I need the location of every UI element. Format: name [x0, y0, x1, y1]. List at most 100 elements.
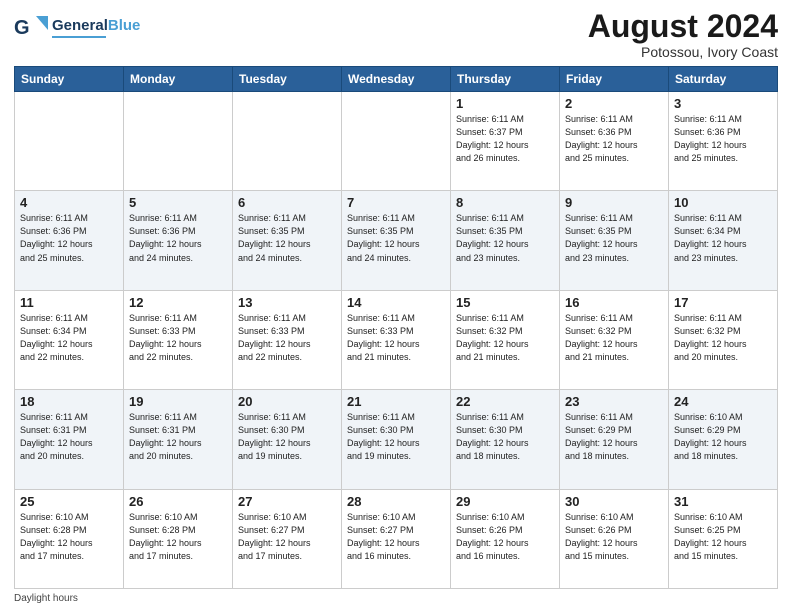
- footer: Daylight hours: [14, 593, 778, 604]
- day-number: 8: [456, 195, 554, 210]
- day-info: Sunrise: 6:11 AM Sunset: 6:33 PM Dayligh…: [347, 312, 445, 364]
- day-info: Sunrise: 6:11 AM Sunset: 6:32 PM Dayligh…: [565, 312, 663, 364]
- day-cell-6: 6 Sunrise: 6:11 AM Sunset: 6:35 PM Daylig…: [233, 191, 342, 290]
- day-info: Sunrise: 6:10 AM Sunset: 6:26 PM Dayligh…: [565, 511, 663, 563]
- day-number: 16: [565, 295, 663, 310]
- calendar-table: SundayMondayTuesdayWednesdayThursdayFrid…: [14, 66, 778, 589]
- day-info: Sunrise: 6:11 AM Sunset: 6:36 PM Dayligh…: [674, 113, 772, 165]
- day-number: 12: [129, 295, 227, 310]
- day-cell-5: 5 Sunrise: 6:11 AM Sunset: 6:36 PM Daylig…: [124, 191, 233, 290]
- day-cell-20: 20Sunrise: 6:11 AM Sunset: 6:30 PM Dayli…: [233, 390, 342, 489]
- day-cell-23: 23 Sunrise: 6:11 AM Sunset: 6:29 PM Dayli…: [560, 390, 669, 489]
- day-cell-19: 19Sunrise: 6:11 AM Sunset: 6:31 PM Dayli…: [124, 390, 233, 489]
- day-number: 15: [456, 295, 554, 310]
- day-cell-11: 11Sunrise: 6:11 AM Sunset: 6:34 PM Dayli…: [15, 290, 124, 389]
- day-info: Sunrise: 6:11 AM Sunset: 6:36 PM Dayligh…: [129, 212, 227, 264]
- day-number: 7: [347, 195, 445, 210]
- day-info: Sunrise: 6:10 AM Sunset: 6:26 PM Dayligh…: [456, 511, 554, 563]
- day-info: Sunrise: 6:10 AM Sunset: 6:27 PM Dayligh…: [347, 511, 445, 563]
- weekday-header-row: SundayMondayTuesdayWednesdayThursdayFrid…: [15, 67, 778, 92]
- empty-cell: [342, 92, 451, 191]
- day-cell-12: 12 Sunrise: 6:11 AM Sunset: 6:33 PM Dayli…: [124, 290, 233, 389]
- day-info: Sunrise: 6:10 AM Sunset: 6:29 PM Dayligh…: [674, 411, 772, 463]
- day-cell-10: 10Sunrise: 6:11 AM Sunset: 6:34 PM Dayli…: [669, 191, 778, 290]
- day-number: 30: [565, 494, 663, 509]
- day-cell-25: 25Sunrise: 6:10 AM Sunset: 6:28 PM Dayli…: [15, 489, 124, 588]
- week-row-5: 25 Sunrise: 6:10 AM Sunset: 6:28 PM Dayli…: [15, 489, 778, 588]
- empty-cell: [124, 92, 233, 191]
- day-info: Sunrise: 6:11 AM Sunset: 6:31 PM Dayligh…: [129, 411, 227, 463]
- day-number: 23: [565, 394, 663, 409]
- day-info: Sunrise: 6:11 AM Sunset: 6:35 PM Dayligh…: [565, 212, 663, 264]
- day-number: 28: [347, 494, 445, 509]
- day-number: 6: [238, 195, 336, 210]
- day-cell-24: 24 Sunrise: 6:10 AM Sunset: 6:29 PM Dayli…: [669, 390, 778, 489]
- day-info: Sunrise: 6:11 AM Sunset: 6:35 PM Dayligh…: [238, 212, 336, 264]
- day-cell-29: 29 Sunrise: 6:10 AM Sunset: 6:26 PM Dayli…: [451, 489, 560, 588]
- day-cell-31: 31 Sunrise: 6:10 AM Sunset: 6:25 PM Dayli…: [669, 489, 778, 588]
- weekday-friday: Friday: [560, 67, 669, 92]
- day-info: Sunrise: 6:11 AM Sunset: 6:34 PM Dayligh…: [674, 212, 772, 264]
- day-info: Sunrise: 6:11 AM Sunset: 6:33 PM Dayligh…: [238, 312, 336, 364]
- day-cell-15: 15 Sunrise: 6:11 AM Sunset: 6:32 PM Dayli…: [451, 290, 560, 389]
- week-row-4: 18 Sunrise: 6:11 AM Sunset: 6:31 PM Dayli…: [15, 390, 778, 489]
- day-info: Sunrise: 6:11 AM Sunset: 6:30 PM Dayligh…: [456, 411, 554, 463]
- day-cell-26: 26 Sunrise: 6:10 AM Sunset: 6:28 PM Dayli…: [124, 489, 233, 588]
- day-cell-4: 4 Sunrise: 6:11 AM Sunset: 6:36 PM Daylig…: [15, 191, 124, 290]
- day-number: 5: [129, 195, 227, 210]
- empty-cell: [233, 92, 342, 191]
- day-info: Sunrise: 6:11 AM Sunset: 6:36 PM Dayligh…: [565, 113, 663, 165]
- day-cell-17: 17 Sunrise: 6:11 AM Sunset: 6:32 PM Dayli…: [669, 290, 778, 389]
- day-number: 26: [129, 494, 227, 509]
- header: G GeneralBlue August 2024 Potossou, Ivor…: [14, 10, 778, 60]
- weekday-saturday: Saturday: [669, 67, 778, 92]
- day-info: Sunrise: 6:11 AM Sunset: 6:30 PM Dayligh…: [238, 411, 336, 463]
- daylight-label: Daylight hours: [14, 593, 78, 604]
- day-number: 4: [20, 195, 118, 210]
- day-number: 14: [347, 295, 445, 310]
- day-info: Sunrise: 6:11 AM Sunset: 6:32 PM Dayligh…: [456, 312, 554, 364]
- weekday-wednesday: Wednesday: [342, 67, 451, 92]
- day-info: Sunrise: 6:11 AM Sunset: 6:35 PM Dayligh…: [456, 212, 554, 264]
- day-cell-28: 28 Sunrise: 6:10 AM Sunset: 6:27 PM Dayli…: [342, 489, 451, 588]
- week-row-1: 1 Sunrise: 6:11 AM Sunset: 6:37 PM Daylig…: [15, 92, 778, 191]
- weekday-monday: Monday: [124, 67, 233, 92]
- weekday-thursday: Thursday: [451, 67, 560, 92]
- day-info: Sunrise: 6:11 AM Sunset: 6:37 PM Dayligh…: [456, 113, 554, 165]
- day-number: 11: [20, 295, 118, 310]
- day-number: 25: [20, 494, 118, 509]
- day-cell-2: 2Sunrise: 6:11 AM Sunset: 6:36 PM Daylig…: [560, 92, 669, 191]
- day-number: 29: [456, 494, 554, 509]
- day-cell-27: 27Sunrise: 6:10 AM Sunset: 6:27 PM Dayli…: [233, 489, 342, 588]
- weekday-tuesday: Tuesday: [233, 67, 342, 92]
- day-cell-14: 14 Sunrise: 6:11 AM Sunset: 6:33 PM Dayli…: [342, 290, 451, 389]
- day-cell-8: 8 Sunrise: 6:11 AM Sunset: 6:35 PM Daylig…: [451, 191, 560, 290]
- day-info: Sunrise: 6:11 AM Sunset: 6:36 PM Dayligh…: [20, 212, 118, 264]
- day-number: 21: [347, 394, 445, 409]
- day-info: Sunrise: 6:10 AM Sunset: 6:28 PM Dayligh…: [129, 511, 227, 563]
- weekday-sunday: Sunday: [15, 67, 124, 92]
- logo-icon: G: [14, 10, 50, 46]
- day-cell-22: 22Sunrise: 6:11 AM Sunset: 6:30 PM Dayli…: [451, 390, 560, 489]
- day-info: Sunrise: 6:10 AM Sunset: 6:27 PM Dayligh…: [238, 511, 336, 563]
- day-number: 1: [456, 96, 554, 111]
- day-number: 31: [674, 494, 772, 509]
- day-number: 24: [674, 394, 772, 409]
- day-info: Sunrise: 6:10 AM Sunset: 6:25 PM Dayligh…: [674, 511, 772, 563]
- day-info: Sunrise: 6:11 AM Sunset: 6:35 PM Dayligh…: [347, 212, 445, 264]
- day-cell-30: 30 Sunrise: 6:10 AM Sunset: 6:26 PM Dayli…: [560, 489, 669, 588]
- day-cell-9: 9 Sunrise: 6:11 AM Sunset: 6:35 PM Daylig…: [560, 191, 669, 290]
- logo: G GeneralBlue: [14, 10, 140, 46]
- day-info: Sunrise: 6:11 AM Sunset: 6:29 PM Dayligh…: [565, 411, 663, 463]
- day-cell-18: 18Sunrise: 6:11 AM Sunset: 6:31 PM Dayli…: [15, 390, 124, 489]
- day-cell-16: 16 Sunrise: 6:11 AM Sunset: 6:32 PM Dayli…: [560, 290, 669, 389]
- day-number: 3: [674, 96, 772, 111]
- day-number: 18: [20, 394, 118, 409]
- svg-text:G: G: [14, 17, 30, 39]
- day-number: 17: [674, 295, 772, 310]
- day-cell-13: 13Sunrise: 6:11 AM Sunset: 6:33 PM Dayli…: [233, 290, 342, 389]
- day-info: Sunrise: 6:11 AM Sunset: 6:30 PM Dayligh…: [347, 411, 445, 463]
- day-number: 9: [565, 195, 663, 210]
- day-info: Sunrise: 6:11 AM Sunset: 6:32 PM Dayligh…: [674, 312, 772, 364]
- day-info: Sunrise: 6:11 AM Sunset: 6:33 PM Dayligh…: [129, 312, 227, 364]
